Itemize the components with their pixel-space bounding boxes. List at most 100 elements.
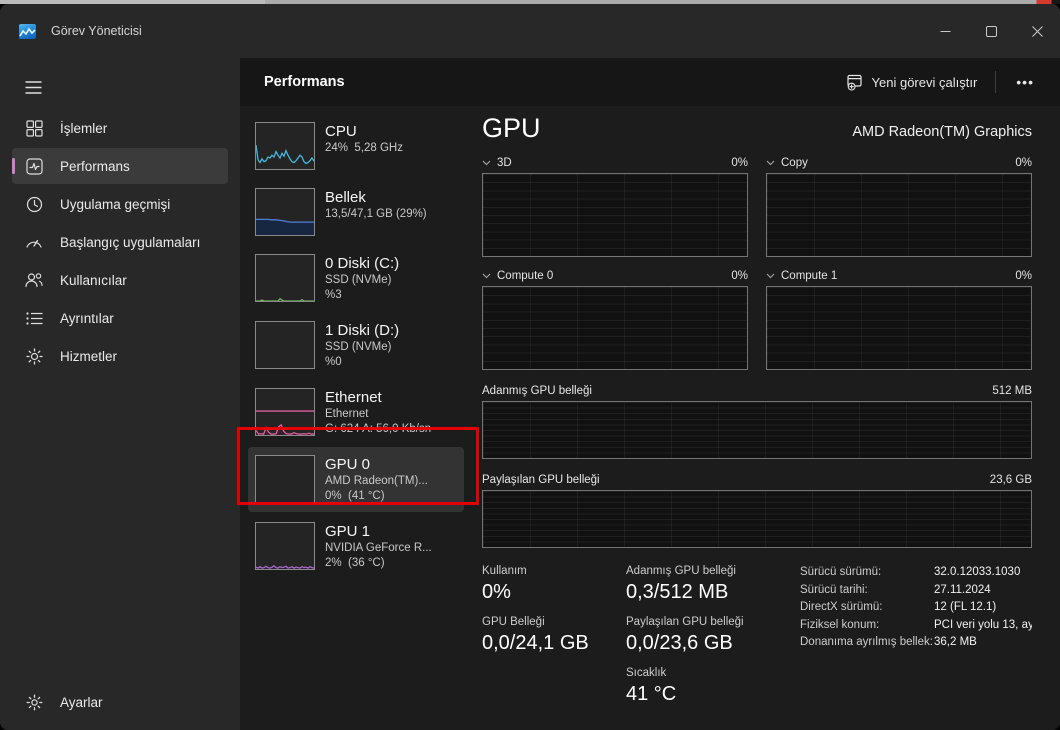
- memory-mini-chart: [255, 188, 315, 236]
- detail-label: Donanıma ayrılmış bellek:: [800, 634, 934, 652]
- processes-icon: [25, 119, 43, 137]
- shared-gpu-memory-chart: [482, 490, 1032, 548]
- stat-dedicated-memory: Adanmış GPU belleği 0,3/512 MB: [626, 564, 774, 605]
- perf-item-detail: Ethernet: [325, 407, 431, 422]
- gpu-compute1-chart: [766, 286, 1032, 370]
- perf-item-memory[interactable]: Bellek 13,5/47,1 GB (29%): [248, 180, 464, 244]
- stat-usage: Kullanım 0%: [482, 564, 600, 605]
- cpu-mini-chart: [255, 122, 315, 170]
- stat-value: 41 °C: [626, 682, 774, 707]
- perf-item-title: 0 Diski (C:): [325, 254, 399, 273]
- perf-item-ethernet[interactable]: Ethernet Ethernet G: 624 A: 56,0 Kb/sn: [248, 380, 464, 445]
- perf-item-detail: SSD (NVMe): [325, 273, 399, 288]
- sidebar-item-label: Uygulama geçmişi: [60, 197, 170, 212]
- sidebar-item-label: Ayrıntılar: [60, 311, 114, 326]
- stat-label: Paylaşılan GPU belleği: [626, 615, 774, 629]
- perf-item-title: GPU 1: [325, 522, 432, 541]
- perf-item-detail: 0% (41 °C): [325, 489, 428, 504]
- sidebar-item-settings[interactable]: Ayarlar: [12, 684, 228, 720]
- detail-row: Fiziksel konum: PCI veri yolu 13, aygıt …: [800, 617, 1032, 635]
- perf-item-cpu[interactable]: CPU 24% 5,28 GHz: [248, 114, 464, 178]
- stat-label: Sıcaklık: [626, 666, 774, 680]
- sidebar-item-app-history[interactable]: Uygulama geçmişi: [12, 186, 228, 222]
- engine-usage: 0%: [731, 270, 748, 282]
- perf-item-title: GPU 0: [325, 455, 428, 474]
- sidebar-item-label: Kullanıcılar: [60, 273, 127, 288]
- chevron-down-icon[interactable]: [766, 160, 775, 166]
- sidebar-item-users[interactable]: Kullanıcılar: [12, 262, 228, 298]
- users-icon: [25, 271, 43, 289]
- detail-row: DirectX sürümü: 12 (FL 12.1): [800, 599, 1032, 617]
- disk1-mini-chart: [255, 321, 315, 369]
- chevron-down-icon[interactable]: [482, 160, 491, 166]
- page-title: Performans: [264, 74, 345, 90]
- stat-value: 0,0/24,1 GB: [482, 631, 600, 656]
- page-header: Performans Yeni görevi çalıştır •••: [240, 58, 1060, 106]
- engine-label: 3D: [497, 157, 512, 169]
- sidebar-item-performance[interactable]: Performans: [12, 148, 228, 184]
- sidebar: İşlemler Performans Uygulama geçmişi B: [0, 58, 240, 730]
- settings-gear-icon: [25, 693, 43, 711]
- perf-item-detail: AMD Radeon(TM)...: [325, 474, 428, 489]
- engine-usage: 0%: [731, 157, 748, 169]
- history-clock-icon: [25, 195, 43, 213]
- task-manager-window: Görev Yöneticisi İşlemler: [0, 4, 1060, 730]
- gpu-detail-panel: GPU AMD Radeon(TM) Graphics 3D 0%: [470, 106, 1060, 730]
- chevron-down-icon[interactable]: [482, 273, 491, 279]
- ethernet-mini-chart: [255, 388, 315, 436]
- gpu-copy-chart: [766, 173, 1032, 257]
- detail-row: Sürücü tarihi: 27.11.2024: [800, 582, 1032, 600]
- dedicated-memory-max: 512 MB: [992, 385, 1032, 397]
- window-title: Görev Yöneticisi: [51, 24, 142, 38]
- perf-item-detail: NVIDIA GeForce R...: [325, 541, 432, 556]
- detail-label: Sürücü tarihi:: [800, 582, 934, 600]
- gpu1-mini-chart: [255, 522, 315, 570]
- detail-row: Sürücü sürümü: 32.0.12033.1030: [800, 564, 1032, 582]
- sidebar-item-label: İşlemler: [60, 121, 107, 136]
- perf-item-detail: 13,5/47,1 GB (29%): [325, 207, 427, 222]
- perf-item-gpu-1[interactable]: GPU 1 NVIDIA GeForce R... 2% (36 °C): [248, 514, 464, 579]
- perf-item-gpu-0[interactable]: GPU 0 AMD Radeon(TM)... 0% (41 °C): [248, 447, 464, 512]
- dedicated-memory-label: Adanmış GPU belleği: [482, 385, 592, 397]
- detail-label: Sürücü sürümü:: [800, 564, 934, 582]
- driver-details: Sürücü sürümü: 32.0.12033.1030 Sürücü ta…: [800, 564, 1032, 707]
- engine-label: Compute 0: [497, 270, 553, 282]
- gpu-device-name: AMD Radeon(TM) Graphics: [852, 124, 1032, 144]
- sidebar-item-startup-apps[interactable]: Başlangıç uygulamaları: [12, 224, 228, 260]
- gpu-compute0-chart: [482, 286, 748, 370]
- titlebar[interactable]: Görev Yöneticisi: [0, 4, 1060, 58]
- engine-usage: 0%: [1015, 270, 1032, 282]
- stat-temperature: Sıcaklık 41 °C: [626, 666, 774, 707]
- perf-item-title: Bellek: [325, 188, 427, 207]
- perf-item-title: Ethernet: [325, 388, 431, 407]
- shared-memory-max: 23,6 GB: [990, 474, 1032, 486]
- stat-value: 0,0/23,6 GB: [626, 631, 774, 656]
- stat-shared-memory: Paylaşılan GPU belleği 0,0/23,6 GB: [626, 615, 774, 656]
- sidebar-item-processes[interactable]: İşlemler: [12, 110, 228, 146]
- perf-item-disk-1[interactable]: 1 Diski (D:) SSD (NVMe) %0: [248, 313, 464, 378]
- sidebar-item-services[interactable]: Hizmetler: [12, 338, 228, 374]
- minimize-button[interactable]: [922, 4, 968, 58]
- sidebar-item-label: Ayarlar: [60, 695, 103, 710]
- chevron-down-icon[interactable]: [766, 273, 775, 279]
- gpu0-mini-chart: [255, 455, 315, 503]
- perf-item-detail: G: 624 A: 56,0 Kb/sn: [325, 422, 431, 437]
- run-new-task-button[interactable]: Yeni görevi çalıştır: [836, 67, 988, 98]
- detail-label: DirectX sürümü:: [800, 599, 934, 617]
- detail-row: Donanıma ayrılmış bellek: 36,2 MB: [800, 634, 1032, 652]
- perf-item-disk-0[interactable]: 0 Diski (C:) SSD (NVMe) %3: [248, 246, 464, 311]
- perf-item-detail: SSD (NVMe): [325, 340, 399, 355]
- perf-item-detail: 24% 5,28 GHz: [325, 141, 403, 156]
- maximize-button[interactable]: [968, 4, 1014, 58]
- hamburger-menu-button[interactable]: [12, 70, 228, 104]
- more-options-button[interactable]: •••: [1004, 68, 1046, 96]
- stat-label: Adanmış GPU belleği: [626, 564, 774, 578]
- engine-label: Compute 1: [781, 270, 837, 282]
- close-button[interactable]: [1014, 4, 1060, 58]
- disk0-mini-chart: [255, 254, 315, 302]
- sidebar-item-details[interactable]: Ayrıntılar: [12, 300, 228, 336]
- sidebar-item-label: Hizmetler: [60, 349, 117, 364]
- perf-item-title: CPU: [325, 122, 403, 141]
- gpu-page-title: GPU: [482, 112, 541, 144]
- perf-item-detail: 2% (36 °C): [325, 556, 432, 571]
